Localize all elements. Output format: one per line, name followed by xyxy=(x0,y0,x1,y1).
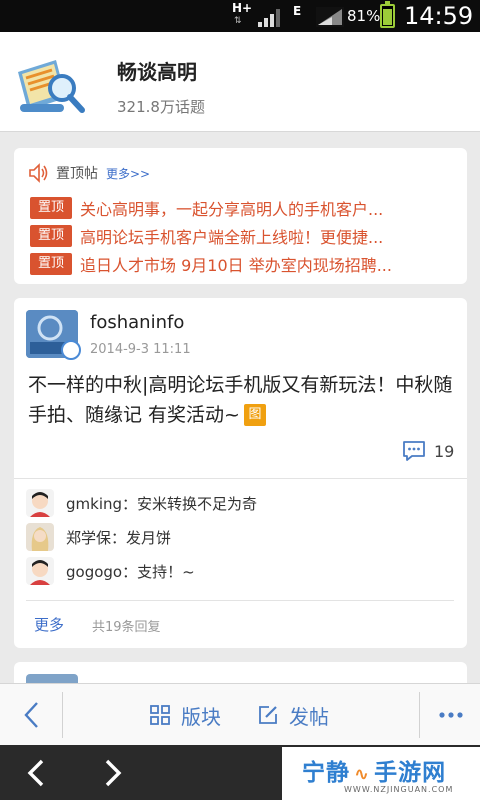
reply-avatar xyxy=(26,523,54,551)
sections-button[interactable]: 版块 xyxy=(149,700,221,730)
battery-icon xyxy=(380,1,395,28)
grid-icon xyxy=(150,705,170,725)
forum-header: 畅谈高明 321.8万话题 xyxy=(0,32,480,132)
reply-text: gmking：安米转换不足为奇 xyxy=(66,494,258,513)
verified-badge-icon xyxy=(61,340,81,360)
pinned-item-title: 高明论坛手机客户端全新上线啦！更便捷... xyxy=(80,228,384,247)
reply-avatar xyxy=(26,489,54,517)
compose-label: 发帖 xyxy=(289,704,329,729)
reply-text: gogogo：支持！~ xyxy=(66,562,195,581)
pinned-badge: 置顶 xyxy=(30,197,72,219)
divider xyxy=(62,692,63,738)
pinned-item[interactable]: 置顶 追日人才市场 9月10日 举办室内现场招聘... xyxy=(30,252,455,276)
reply-avatar xyxy=(26,557,54,585)
browser-nav-bar: 宁静 ∿ 手游网 WWW.NZJINGUAN.COM xyxy=(0,745,480,800)
reply-item[interactable]: gogogo：支持！~ xyxy=(26,556,195,586)
comment-count: 19 xyxy=(434,441,455,461)
signal-icon xyxy=(258,9,280,27)
pinned-more-link[interactable]: 更多>> xyxy=(106,165,150,182)
pinned-header: 置顶帖 更多>> xyxy=(28,162,150,184)
watermark-brand: 宁静 ∿ 手游网 xyxy=(302,753,446,787)
reply-text: 郑学保：发月饼 xyxy=(66,528,172,547)
compose-button[interactable]: 发帖 xyxy=(257,700,329,730)
divider xyxy=(26,600,454,601)
pinned-item[interactable]: 置顶 关心高明事，一起分享高明人的手机客户... xyxy=(30,196,455,220)
battery-percent: 81% xyxy=(347,7,381,25)
post-title-text: 不一样的中秋|高明论坛手机版又有新玩法！中秋随手拍、随缘记 有奖活动~ xyxy=(28,374,453,426)
clock: 14:59 xyxy=(404,2,474,30)
reply-item[interactable]: 郑学保：发月饼 xyxy=(26,522,171,552)
reply-item[interactable]: gmking：安米转换不足为奇 xyxy=(26,488,257,518)
network-type-2: E xyxy=(293,4,302,18)
watermark-swirl-icon: ∿ xyxy=(354,764,371,785)
image-tag: 图 xyxy=(243,404,266,426)
post-time: 2014-9-3 11:11 xyxy=(90,342,191,357)
pinned-badge: 置顶 xyxy=(30,253,72,275)
bottom-toolbar: 版块 发帖 xyxy=(0,683,480,745)
pinned-badge: 置顶 xyxy=(30,225,72,247)
network-type: H+ xyxy=(232,1,253,15)
edit-icon xyxy=(259,706,277,724)
more-replies-link[interactable]: 更多 xyxy=(34,614,64,635)
data-activity-icon: ⇅ xyxy=(234,16,243,26)
total-replies: 共19条回复 xyxy=(92,620,161,635)
signal-2-icon xyxy=(316,7,344,27)
more-icon[interactable] xyxy=(420,684,480,746)
speaker-icon xyxy=(29,163,48,183)
pinned-item-title: 关心高明事，一起分享高明人的手机客户... xyxy=(80,200,384,219)
pinned-item[interactable]: 置顶 高明论坛手机客户端全新上线啦！更便捷... xyxy=(30,224,455,248)
forum-logo-icon xyxy=(18,60,85,113)
comment-icon xyxy=(403,441,425,461)
post-title[interactable]: 不一样的中秋|高明论坛手机版又有新玩法！中秋随手拍、随缘记 有奖活动~ 图 xyxy=(28,370,453,430)
topic-count: 321.8万话题 xyxy=(117,98,205,116)
divider xyxy=(14,478,467,479)
post-card[interactable]: foshaninfo 2014-9-3 11:11 不一样的中秋|高明论坛手机版… xyxy=(14,298,467,648)
post-author[interactable]: foshaninfo xyxy=(90,312,184,333)
nav-back-icon[interactable] xyxy=(18,755,54,791)
nav-forward-icon[interactable] xyxy=(95,755,131,791)
pinned-item-title: 追日人才市场 9月10日 举办室内现场招聘... xyxy=(80,256,392,275)
pinned-label: 置顶帖 xyxy=(56,166,98,182)
watermark-brand-name: 宁静 xyxy=(302,760,350,786)
comment-button[interactable]: 19 xyxy=(402,440,454,462)
watermark-logo: 宁静 ∿ 手游网 WWW.NZJINGUAN.COM xyxy=(282,747,480,800)
watermark-url: WWW.NZJINGUAN.COM xyxy=(344,785,454,794)
forum-title: 畅谈高明 xyxy=(117,60,197,84)
pinned-posts-card: 置顶帖 更多>> 置顶 关心高明事，一起分享高明人的手机客户... 置顶 高明论… xyxy=(14,148,467,284)
watermark-brand-name-2: 手游网 xyxy=(374,760,447,786)
status-bar: H+ ⇅ E 81% 14:59 xyxy=(0,0,480,32)
sections-label: 版块 xyxy=(181,704,221,729)
back-icon[interactable] xyxy=(0,684,62,746)
